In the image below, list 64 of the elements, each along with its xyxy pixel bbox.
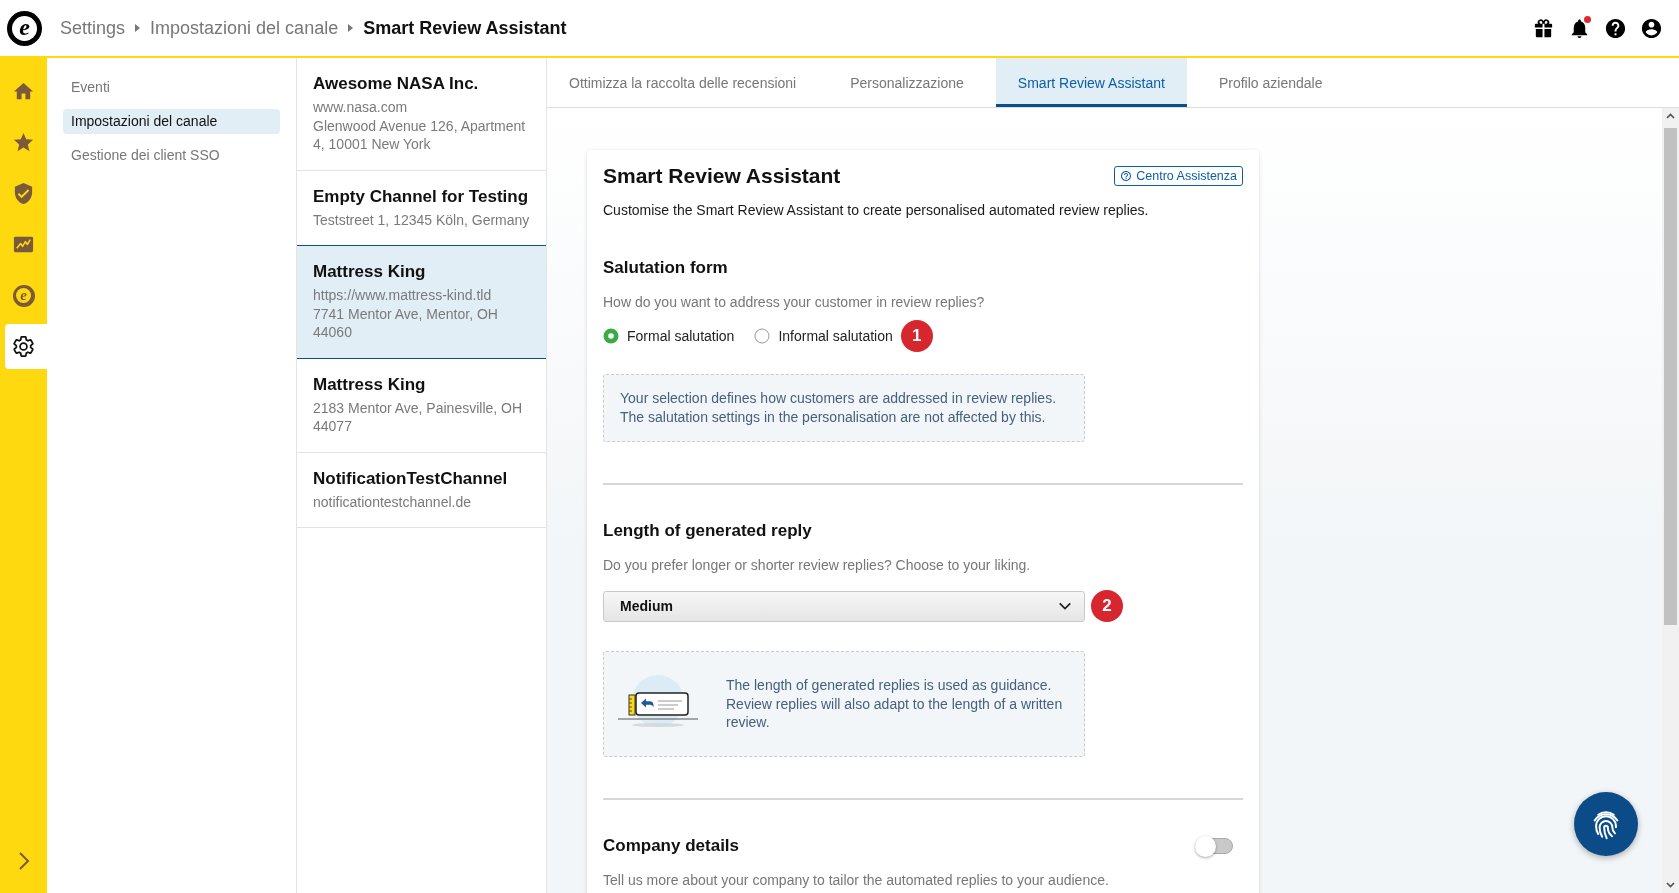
channel-detail: Teststreet 1, 12345 Köln, Germany	[313, 210, 531, 229]
tab[interactable]: Ottimizza la raccolta delle recensioni	[547, 58, 819, 107]
nav-item[interactable]: Gestione dei client SSO	[63, 143, 280, 168]
user-avatar-icon[interactable]	[1640, 16, 1663, 40]
channel-detail: www.nasa.com	[313, 98, 409, 117]
info-text: Your selection defines how customers are addressed in review replies. The salutation settings in the personalisation are not affected by this.	[620, 389, 1058, 427]
radio-button[interactable]	[603, 328, 619, 344]
section-title: Company details	[603, 835, 740, 857]
nav-rail-item[interactable]	[5, 324, 47, 369]
channel-detail: notificationtestchannel.de	[313, 492, 472, 511]
nav-item[interactable]: Impostazioni del canale	[63, 109, 280, 134]
help-center-link[interactable]: Centro Assistenza	[1114, 166, 1243, 186]
step-badge: 2	[1091, 590, 1123, 622]
scrollbar-thumb[interactable]	[1664, 128, 1677, 625]
scrollbar[interactable]	[1662, 108, 1679, 893]
star-icon	[12, 131, 35, 154]
brand-logo: e	[7, 10, 42, 46]
channel-detail: 2183 Mentor Ave, Painesville, OH 44077	[313, 398, 524, 436]
section-question: How do you want to address your customer in review replies?	[603, 293, 986, 312]
info-text: The length of generated replies is used as guidance. Review replies will also adapt to the length of a written review.	[726, 676, 1064, 732]
channel-list-item[interactable]: Mattress King https://www.mattress-kind.tld 7741 Mentor Ave, Mentor, OH 44060	[297, 245, 546, 359]
card-title: Smart Review Assistant	[603, 163, 841, 189]
channel-name: Mattress King	[313, 373, 427, 396]
breadcrumb-link[interactable]: Impostazioni del canale	[150, 17, 339, 39]
chevron-down-icon[interactable]	[1666, 882, 1675, 888]
card-description: Customise the Smart Review Assistant to create personalised automated review replies.	[603, 201, 1150, 220]
brand-logo: e	[12, 284, 35, 307]
shield-check-icon	[12, 182, 35, 205]
radio-label: Informal salutation	[778, 328, 893, 344]
chevron-up-icon[interactable]	[1666, 113, 1675, 119]
page-title: Smart Review Assistant	[363, 17, 567, 39]
channel-list-item[interactable]: Awesome NASA Inc. www.nasa.com Glenwood Avenue 126, Apartment 4, 10001 New York	[297, 58, 546, 171]
radio-button[interactable]	[754, 328, 771, 344]
section-title: Salutation form	[603, 257, 728, 279]
channel-name: Empty Channel for Testing	[313, 185, 530, 208]
channel-name: Mattress King	[313, 261, 427, 283]
breadcrumb-link[interactable]: Settings	[60, 17, 126, 39]
section-title: Length of generated reply	[603, 520, 812, 542]
help-icon	[1120, 170, 1133, 182]
channel-list-item[interactable]: NotificationTestChannel notificationtestchannel.de	[297, 452, 546, 528]
toggle-switch[interactable]	[1195, 835, 1235, 857]
channel-list-item[interactable]: Mattress King 2183 Mentor Ave, Painesville, OH 44077	[297, 358, 546, 453]
caret-icon	[135, 24, 141, 32]
channel-detail: 7741 Mentor Ave, Mentor, OH 44060	[313, 304, 499, 342]
nav-rail-item[interactable]: e	[5, 273, 47, 318]
tab[interactable]: Smart Review Assistant	[995, 58, 1187, 107]
radio-label: Formal salutation	[627, 328, 735, 344]
chevron-right-icon[interactable]	[17, 851, 30, 871]
settings-icon	[12, 335, 35, 358]
tab[interactable]: Personalizzazione	[828, 58, 986, 107]
dropdown-select[interactable]: Medium	[603, 590, 1085, 622]
step-badge: 1	[900, 320, 933, 352]
fingerprint-button[interactable]	[1574, 792, 1638, 856]
channel-detail: Glenwood Avenue 126, Apartment 4, 10001 New York	[313, 116, 527, 154]
help-icon[interactable]	[1604, 16, 1627, 40]
channel-name: Awesome NASA Inc.	[313, 73, 480, 95]
caret-icon	[348, 24, 354, 32]
gift-icon[interactable]	[1532, 16, 1555, 40]
tab[interactable]: Profilo aziendale	[1196, 58, 1345, 107]
section-description: Tell us more about your company to tailor the automated replies to your audience.	[603, 871, 1110, 890]
nav-item[interactable]: Eventi	[63, 75, 280, 100]
channel-name: NotificationTestChannel	[313, 467, 509, 490]
channel-detail: https://www.mattress-kind.tld	[313, 286, 493, 305]
section-question: Do you prefer longer or shorter review replies? Choose to your liking.	[603, 556, 1032, 575]
